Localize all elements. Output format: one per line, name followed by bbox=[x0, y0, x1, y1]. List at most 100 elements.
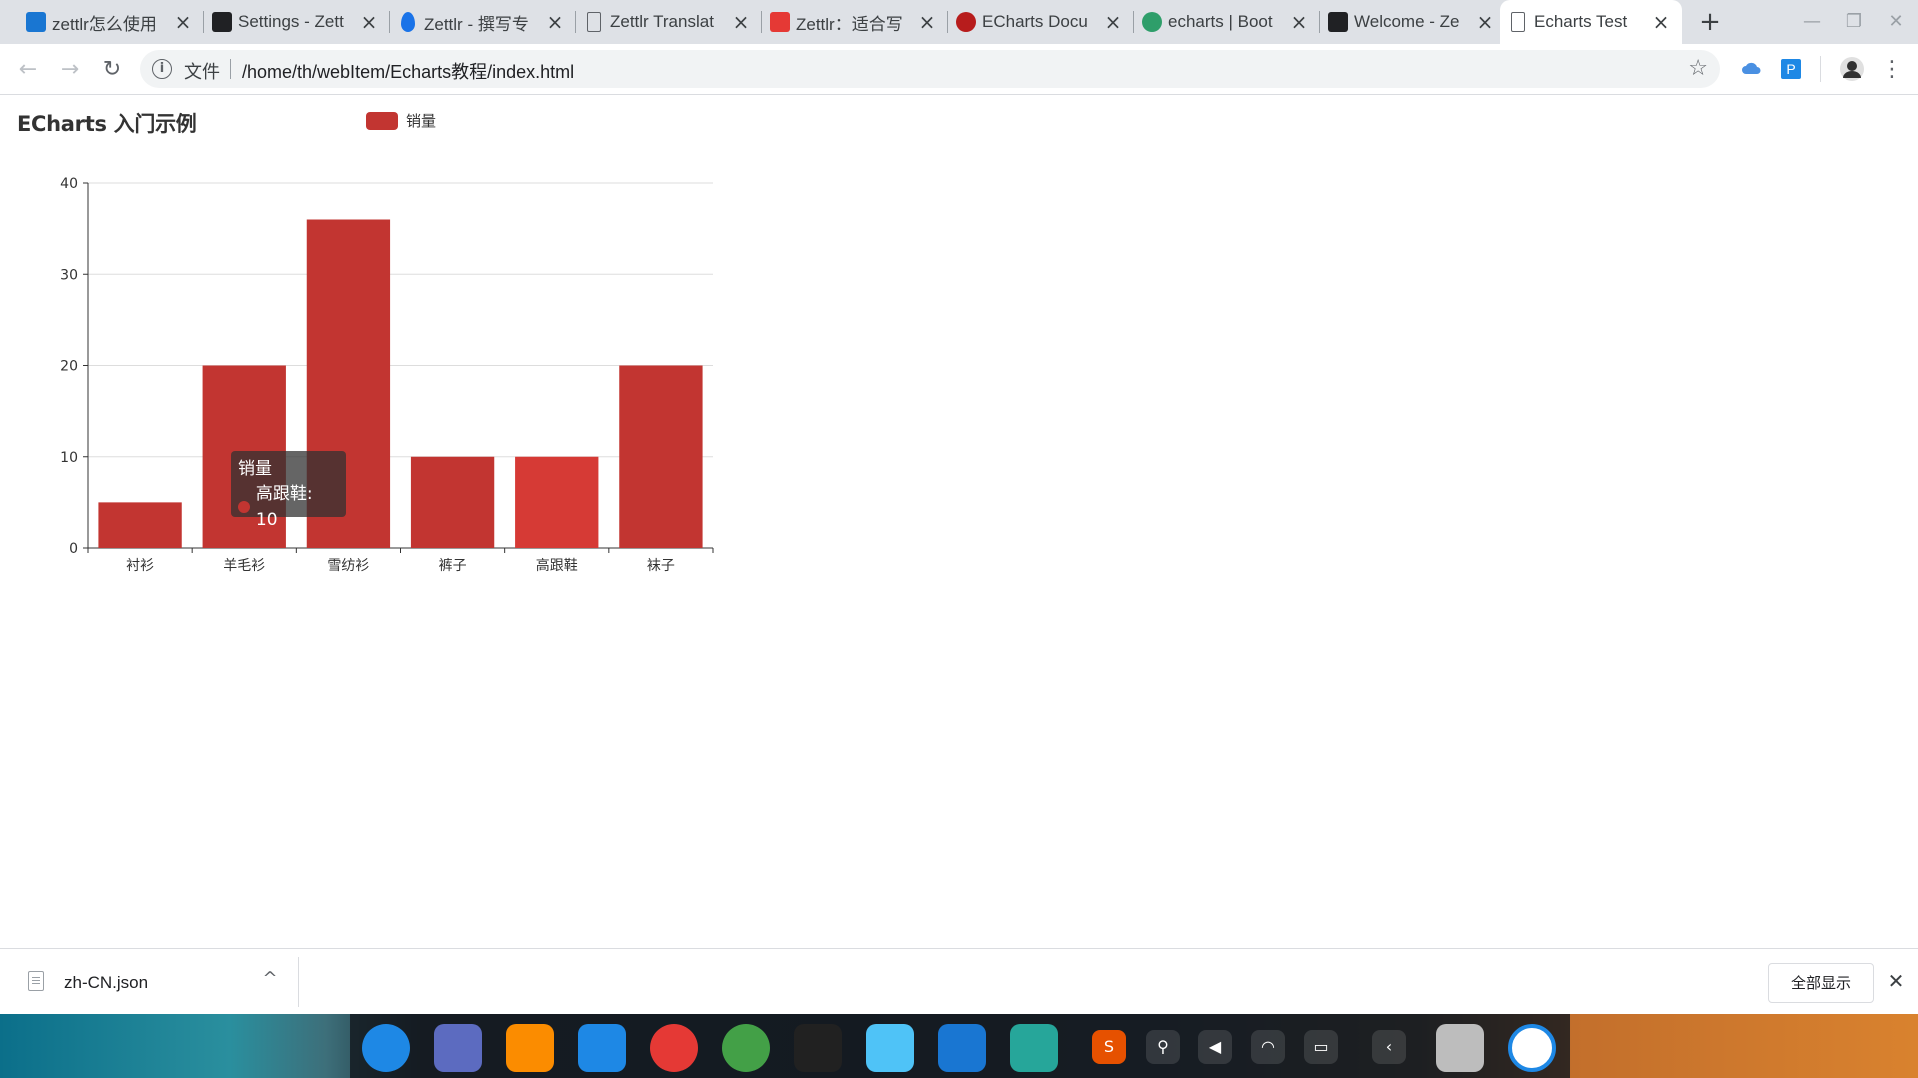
p-extension-icon[interactable]: P bbox=[1780, 58, 1802, 80]
csdn-icon bbox=[770, 12, 790, 32]
tab-7[interactable]: Welcome - Ze × bbox=[1320, 0, 1506, 44]
site-info-icon[interactable]: i bbox=[152, 59, 172, 79]
book-icon bbox=[1328, 12, 1348, 32]
restore-button[interactable]: ❐ bbox=[1842, 10, 1866, 34]
legend-label: 销量 bbox=[406, 112, 437, 130]
download-file-name[interactable]: zh-CN.json bbox=[64, 973, 148, 993]
window-close-button[interactable]: ✕ bbox=[1884, 10, 1908, 34]
legend-swatch bbox=[366, 111, 398, 130]
profile-avatar[interactable] bbox=[1839, 56, 1865, 82]
svg-text:P: P bbox=[1786, 61, 1795, 77]
book-icon bbox=[212, 12, 232, 32]
tab-4[interactable]: Zettlr：适合写 × bbox=[762, 0, 948, 44]
tab-close-icon[interactable]: × bbox=[1474, 11, 1496, 33]
tab-close-icon[interactable]: × bbox=[916, 11, 938, 33]
y-tick-label: 20 bbox=[60, 359, 78, 375]
tooltip-row: 高跟鞋: 10 bbox=[238, 481, 339, 533]
menu-kebab-icon[interactable]: ⋮ bbox=[1878, 56, 1906, 84]
bar-高跟鞋 bbox=[515, 456, 599, 548]
tab-strip: zettlr怎么使用 × Settings - Zett × Zettlr - 撰写专 ×… bbox=[0, 0, 1918, 44]
cloud-icon[interactable] bbox=[1741, 58, 1763, 80]
shelf-divider bbox=[298, 957, 299, 1007]
tab-2[interactable]: Zettlr - 撰写专 × bbox=[390, 0, 576, 44]
screen: zettlr怎么使用 × Settings - Zett × Zettlr - 撰写专 ×… bbox=[0, 0, 1918, 1078]
zettlr-icon[interactable] bbox=[1010, 1024, 1058, 1072]
tab-title: Settings - Zett bbox=[238, 12, 344, 31]
bootcdn-icon bbox=[1142, 12, 1162, 32]
minimize-button[interactable]: — bbox=[1800, 10, 1824, 34]
tab-close-icon[interactable]: × bbox=[544, 11, 566, 33]
tooltip-series-name: 销量 bbox=[238, 459, 272, 479]
x-tick-label: 袜子 bbox=[647, 558, 675, 574]
app-store-icon[interactable] bbox=[506, 1024, 554, 1072]
chevron-up-icon[interactable]: ^ bbox=[258, 967, 282, 991]
trash-icon[interactable] bbox=[1436, 1024, 1484, 1072]
bar-袜子 bbox=[619, 365, 703, 548]
echarts-icon bbox=[956, 12, 976, 32]
tab-1[interactable]: Settings - Zett × bbox=[204, 0, 390, 44]
download-shelf: zh-CN.json ^ 全部显示 ✕ bbox=[0, 948, 1918, 1014]
forward-button[interactable]: → bbox=[56, 56, 84, 84]
tab-title: Echarts Test bbox=[1534, 12, 1628, 31]
system-settings-icon[interactable] bbox=[650, 1024, 698, 1072]
tab-close-icon[interactable]: × bbox=[358, 11, 380, 33]
bing-icon bbox=[26, 12, 46, 32]
bar-裤子 bbox=[410, 456, 495, 548]
tab-3[interactable]: Zettlr Translat × bbox=[576, 0, 762, 44]
vscode-icon[interactable] bbox=[938, 1024, 986, 1072]
sogou-input-icon[interactable]: S bbox=[1092, 1030, 1126, 1064]
page-icon bbox=[587, 12, 601, 32]
wifi-icon[interactable]: ◠ bbox=[1251, 1030, 1285, 1064]
x-tick-label: 裤子 bbox=[439, 558, 467, 574]
tray-collapse-icon[interactable]: ‹ bbox=[1372, 1030, 1406, 1064]
tooltip-marker bbox=[238, 501, 250, 513]
chrome-icon[interactable] bbox=[722, 1024, 770, 1072]
chart-legend[interactable]: 销量 bbox=[366, 110, 436, 131]
video-player-icon[interactable] bbox=[578, 1024, 626, 1072]
desktop-monitor-icon[interactable] bbox=[434, 1024, 482, 1072]
y-tick-label: 10 bbox=[60, 450, 78, 466]
y-tick-label: 30 bbox=[60, 267, 78, 283]
tab-close-icon[interactable]: × bbox=[172, 11, 194, 33]
tab-0[interactable]: zettlr怎么使用 × bbox=[18, 0, 204, 44]
tab-8[interactable]: Echarts Test × bbox=[1500, 0, 1682, 44]
tab-title: Zettlr：适合写 bbox=[796, 14, 903, 34]
battery-icon[interactable]: ▭ bbox=[1304, 1030, 1338, 1064]
reload-button[interactable]: ↻ bbox=[98, 56, 126, 84]
tab-title: ECharts Docu bbox=[982, 12, 1088, 31]
y-tick-label: 0 bbox=[69, 541, 78, 557]
tab-title: echarts | Boot bbox=[1168, 12, 1273, 31]
tab-close-icon[interactable]: × bbox=[1650, 11, 1672, 33]
usb-icon[interactable]: ⚲ bbox=[1146, 1030, 1180, 1064]
tab-6[interactable]: echarts | Boot × bbox=[1134, 0, 1320, 44]
bar-chart[interactable]: 0 10 20 30 40 衬衫 羊毛衫 雪纺衫 裤子 高跟鞋 袜子 bbox=[40, 160, 720, 590]
tab-close-icon[interactable]: × bbox=[1102, 11, 1124, 33]
omnibox-divider bbox=[230, 59, 231, 79]
drop-icon bbox=[401, 12, 415, 32]
chart-tooltip: 销量 高跟鞋: 10 bbox=[231, 451, 346, 530]
show-all-button[interactable]: 全部显示 bbox=[1768, 963, 1874, 1003]
address-bar[interactable]: i 文件 /home/th/webItem/Echarts教程/index.ht… bbox=[140, 50, 1720, 88]
file-manager-icon[interactable] bbox=[866, 1024, 914, 1072]
browser-toolbar: ← → ↻ i 文件 /home/th/webItem/Echarts教程/in… bbox=[0, 44, 1918, 95]
tab-title: Welcome - Ze bbox=[1354, 12, 1460, 31]
back-button[interactable]: ← bbox=[14, 56, 42, 84]
x-tick-label: 雪纺衫 bbox=[327, 558, 369, 574]
tab-5[interactable]: ECharts Docu × bbox=[948, 0, 1134, 44]
typora-icon[interactable] bbox=[794, 1024, 842, 1072]
new-tab-button[interactable]: + bbox=[1696, 8, 1724, 36]
bookmark-star-icon[interactable]: ☆ bbox=[1688, 56, 1708, 81]
shelf-close-button[interactable]: ✕ bbox=[1884, 969, 1908, 993]
power-icon[interactable] bbox=[1508, 1024, 1556, 1072]
file-icon bbox=[28, 971, 44, 991]
bar-衬衫 bbox=[98, 502, 182, 548]
tab-title: Zettlr Translat bbox=[610, 12, 714, 31]
tooltip-value: 高跟鞋: 10 bbox=[255, 484, 313, 530]
volume-icon[interactable]: ◀ bbox=[1198, 1030, 1232, 1064]
tab-close-icon[interactable]: × bbox=[1288, 11, 1310, 33]
tab-close-icon[interactable]: × bbox=[730, 11, 752, 33]
page-title: ECharts 入门示例 bbox=[17, 112, 197, 136]
x-tick-label: 羊毛衫 bbox=[223, 558, 265, 574]
url-text[interactable]: /home/th/webItem/Echarts教程/index.html bbox=[242, 58, 574, 84]
deepin-launcher-icon[interactable] bbox=[362, 1024, 410, 1072]
